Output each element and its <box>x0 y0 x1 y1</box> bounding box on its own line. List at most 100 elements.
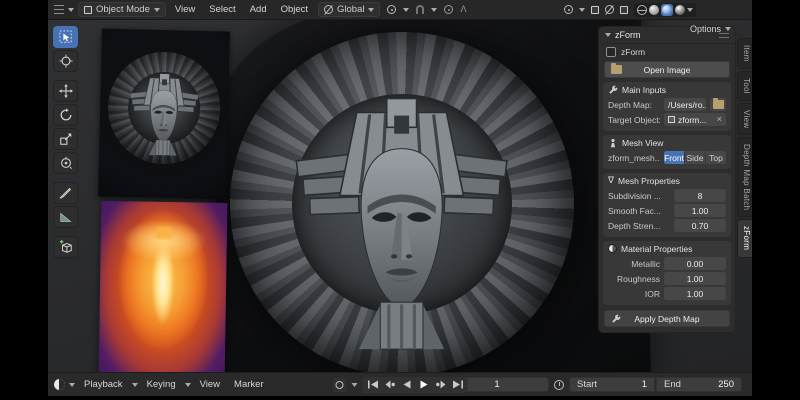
next-keyframe-button[interactable] <box>433 378 449 392</box>
shading-chevron-icon[interactable] <box>687 7 693 12</box>
tab-zform[interactable]: zForm <box>737 219 752 258</box>
tab-view[interactable]: View <box>737 102 752 136</box>
view-side-button[interactable]: Side <box>685 151 705 164</box>
orientation-label: Global <box>337 4 365 15</box>
object-cube-icon <box>668 116 675 123</box>
autokey-chevron-icon[interactable] <box>351 382 358 387</box>
start-frame-field[interactable]: Start 1 <box>569 377 655 392</box>
mode-selector[interactable]: Object Mode <box>78 2 166 17</box>
playback-controls <box>332 376 468 393</box>
shading-solid-icon[interactable] <box>649 4 659 15</box>
falloff-curve-icon[interactable]: Λ <box>460 5 466 14</box>
tab-tool[interactable]: Tool <box>737 70 752 101</box>
orientation-selector[interactable]: Global <box>318 2 381 17</box>
record-circle-icon <box>335 380 344 389</box>
tool-rotate[interactable] <box>53 104 78 126</box>
menu-keying[interactable]: Keying <box>142 377 181 392</box>
apply-depth-map-label: Apply Depth Map <box>634 313 700 324</box>
visibility-dropdown-icon[interactable] <box>564 5 573 14</box>
folder-icon <box>611 63 622 74</box>
toggle-xray-icon[interactable] <box>620 5 628 14</box>
main-inputs-header[interactable]: Main Inputs <box>603 82 731 97</box>
smooth-factor-field[interactable]: 1.00 <box>674 204 726 217</box>
editor-type-icon[interactable] <box>54 5 64 14</box>
visibility-chevron-icon[interactable] <box>579 7 585 12</box>
previous-keyframe-button[interactable] <box>382 378 398 392</box>
show-overlays-icon[interactable] <box>605 5 614 14</box>
view-top-button[interactable]: Top <box>706 151 726 164</box>
main-inputs-section: Main Inputs Depth Map: /Users/ro... Targ… <box>603 82 731 131</box>
metallic-row: Metallic 0.00 <box>603 256 731 271</box>
depth-map-browse-button[interactable] <box>710 98 726 111</box>
shading-wireframe-icon[interactable] <box>637 4 647 15</box>
end-frame-field[interactable]: End 250 <box>656 377 742 392</box>
subdivision-label: Subdivision ... <box>608 190 661 201</box>
timeline-bar: Playback Keying View Marker 1 Start 1 En… <box>48 372 752 396</box>
target-object-label: Target Object: <box>608 114 660 125</box>
metallic-field[interactable]: 0.00 <box>664 257 726 270</box>
open-image-button[interactable]: Open Image <box>604 61 730 78</box>
target-object-field[interactable]: zform... × <box>664 113 726 126</box>
playback-chevron-icon <box>131 382 138 387</box>
panel-collapse-chevron-icon[interactable] <box>605 33 611 37</box>
shading-material-preview-icon[interactable] <box>662 4 672 15</box>
material-properties-header[interactable]: Material Properties <box>603 241 731 256</box>
mesh-properties-title: Mesh Properties <box>618 175 680 186</box>
mesh-properties-header[interactable]: ∇ Mesh Properties <box>603 173 731 188</box>
shading-rendered-icon[interactable] <box>675 4 685 15</box>
menu-marker[interactable]: Marker <box>229 377 269 392</box>
mesh-object-name: zform_mesh... <box>608 152 660 163</box>
menu-select[interactable]: Select <box>204 2 240 17</box>
view-front-button[interactable]: Front <box>664 151 684 164</box>
clear-target-icon[interactable]: × <box>717 115 722 124</box>
menu-add[interactable]: Add <box>245 2 272 17</box>
folder-icon <box>712 98 724 109</box>
tab-depth-map-batch[interactable]: Depth Map Batch <box>737 137 752 218</box>
keying-chevron-icon <box>184 382 191 387</box>
depth-strength-field[interactable]: 0.70 <box>674 219 726 232</box>
object-mode-icon <box>84 5 92 14</box>
subdivision-field[interactable]: 8 <box>674 189 726 202</box>
auto-keying-button[interactable] <box>332 377 347 392</box>
start-label: Start <box>577 379 598 390</box>
play-button[interactable] <box>416 378 432 392</box>
timeline-editor-icon[interactable] <box>54 379 65 390</box>
jump-to-end-button[interactable] <box>450 378 466 392</box>
viewport-3d[interactable]: Options Item Tool View Depth Map Batch z… <box>48 20 752 372</box>
end-value: 250 <box>718 379 734 390</box>
tool-measure[interactable] <box>53 206 78 228</box>
zform-checkbox[interactable] <box>606 47 616 57</box>
ior-field[interactable]: 1.00 <box>664 287 726 300</box>
mesh-view-header[interactable]: Mesh View <box>603 135 731 150</box>
tool-transform[interactable] <box>53 152 78 174</box>
tool-select-box[interactable] <box>53 26 78 48</box>
apply-depth-map-button[interactable]: Apply Depth Map <box>604 310 730 327</box>
pivot-point-icon[interactable] <box>387 5 397 14</box>
pivot-chevron-icon[interactable] <box>403 7 410 12</box>
editor-type-chevron-icon[interactable] <box>68 7 74 12</box>
depth-strength-label: Depth Stren... <box>608 220 661 231</box>
menu-object[interactable]: Object <box>276 2 313 17</box>
mesh-view-icon <box>610 138 616 147</box>
tool-annotate[interactable] <box>53 182 78 204</box>
proportional-editing-icon[interactable] <box>444 5 454 14</box>
tool-move[interactable] <box>53 80 78 102</box>
menu-view[interactable]: View <box>170 2 200 17</box>
snap-chevron-icon[interactable] <box>431 7 438 12</box>
menu-playback[interactable]: Playback <box>79 377 128 392</box>
play-reverse-button[interactable] <box>399 378 415 392</box>
timeline-right: 1 Start 1 End 250 <box>445 377 752 392</box>
snap-magnet-icon[interactable] <box>416 5 425 14</box>
tool-add-cube[interactable] <box>53 236 78 258</box>
roughness-field[interactable]: 1.00 <box>664 272 726 285</box>
main-inputs-title: Main Inputs <box>622 84 666 95</box>
tab-item[interactable]: Item <box>737 38 752 69</box>
tool-scale[interactable] <box>53 128 78 150</box>
options-button[interactable]: Options <box>686 22 735 36</box>
depth-map-path-field[interactable]: /Users/ro... <box>664 98 706 111</box>
timeline-editor-chevron-icon[interactable] <box>69 382 75 387</box>
tool-cursor[interactable] <box>53 50 78 72</box>
menu-timeline-view[interactable]: View <box>195 377 225 392</box>
show-gizmo-icon[interactable] <box>591 5 599 14</box>
jump-to-start-button[interactable] <box>365 378 381 392</box>
